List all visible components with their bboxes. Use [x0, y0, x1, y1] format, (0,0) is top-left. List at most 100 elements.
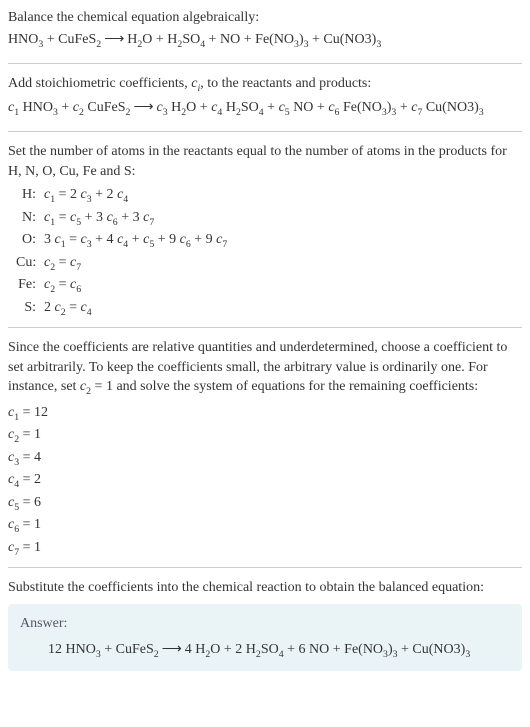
eq-text: +	[396, 100, 411, 115]
v: = 1	[19, 517, 41, 532]
answer-label: Answer:	[20, 614, 510, 634]
eq-text: CuFeS	[84, 100, 126, 115]
atom-label: N:	[16, 208, 44, 230]
s: 7	[149, 217, 154, 228]
text: = 1 and solve the system of equations fo…	[91, 379, 478, 394]
eq-text: SO	[241, 100, 259, 115]
t: 3	[44, 232, 55, 247]
eq-text: O +	[186, 100, 211, 115]
t: + 4	[92, 232, 117, 247]
atom-row-o: O: 3 c1 = c3 + 4 c4 + c5 + 9 c6 + 9 c7	[16, 230, 522, 252]
v: = 2	[19, 472, 41, 487]
eq-sub: 3	[465, 648, 470, 659]
t: + 3	[118, 210, 143, 225]
eq-text: SO	[261, 642, 279, 657]
t: =	[55, 277, 70, 292]
v: = 6	[19, 495, 41, 510]
atom-eq: 3 c1 = c3 + 4 c4 + c5 + 9 c6 + 9 c7	[44, 230, 522, 252]
eq-text: + 6 NO + Fe(NO	[284, 642, 383, 657]
atom-label: H:	[16, 185, 44, 207]
t: + 2	[92, 187, 117, 202]
arrow-icon: ⟶	[101, 30, 127, 50]
eq-text: +	[264, 100, 279, 115]
section-answer: Substitute the coefficients into the che…	[8, 578, 522, 671]
eq-text: SO	[182, 32, 200, 47]
eq-text: + NO + Fe(NO	[205, 32, 294, 47]
text: Add stoichiometric coefficients,	[8, 76, 191, 91]
s: 4	[87, 307, 92, 318]
atom-label: Fe:	[16, 275, 44, 297]
eq-text: O + H	[142, 32, 177, 47]
eq-text: +	[58, 100, 73, 115]
eq-text: HNO	[19, 100, 53, 115]
intro-text: Balance the chemical equation algebraica…	[8, 8, 522, 28]
eq-text: Cu(NO3)	[422, 100, 478, 115]
atom-row-n: N: c1 = c5 + 3 c6 + 3 c7	[16, 208, 522, 230]
t: +	[128, 232, 143, 247]
coef-row: c7 = 1	[8, 538, 522, 560]
t: =	[55, 255, 70, 270]
v: = 4	[19, 450, 41, 465]
eq-sub: 3	[479, 106, 484, 117]
s: 4	[123, 194, 128, 205]
section-stoichiometric: Add stoichiometric coefficients, ci, to …	[8, 74, 522, 119]
atom-row-fe: Fe: c2 = c6	[16, 275, 522, 297]
divider	[8, 63, 522, 64]
atom-label: Cu:	[16, 253, 44, 275]
answer-box: Answer: 12 HNO3 + CuFeS2 ⟶ 4 H2O + 2 H2S…	[8, 604, 522, 671]
eq-text: + Cu(NO3)	[398, 642, 466, 657]
divider	[8, 567, 522, 568]
section-solve: Since the coefficients are relative quan…	[8, 338, 522, 559]
t: = 2	[55, 187, 80, 202]
section-balance-intro: Balance the chemical equation algebraica…	[8, 8, 522, 51]
atom-eq: 2 c2 = c4	[44, 298, 522, 320]
arrow-icon: ⟶	[159, 640, 185, 660]
text: , to the reactants and products:	[200, 76, 371, 91]
coefficient-list: c1 = 12 c2 = 1 c3 = 4 c4 = 2 c5 = 6 c6 =…	[8, 403, 522, 560]
intro-text: Substitute the coefficients into the che…	[8, 578, 522, 598]
t: =	[55, 210, 70, 225]
coef-row: c3 = 4	[8, 448, 522, 470]
balanced-equation: 12 HNO3 + CuFeS2 ⟶ 4 H2O + 2 H2SO4 + 6 N…	[20, 640, 510, 662]
atom-eq: c2 = c7	[44, 253, 522, 275]
eq-text: HNO	[8, 32, 38, 47]
eq-text: Fe(NO	[339, 100, 381, 115]
t: + 3	[81, 210, 106, 225]
atom-row-s: S: 2 c2 = c4	[16, 298, 522, 320]
coef-row: c2 = 1	[8, 425, 522, 447]
coef-row: c1 = 12	[8, 403, 522, 425]
atom-row-h: H: c1 = 2 c3 + 2 c4	[16, 185, 522, 207]
coef-row: c4 = 2	[8, 470, 522, 492]
v: = 1	[19, 540, 41, 555]
eq-text: H	[222, 100, 236, 115]
eq-text: NO +	[290, 100, 329, 115]
atom-label: S:	[16, 298, 44, 320]
s: 7	[222, 239, 227, 250]
eq-text: + CuFeS	[101, 642, 154, 657]
eq-text: + Cu(NO3)	[309, 32, 377, 47]
t: + 9	[154, 232, 179, 247]
eq-sub: 3	[376, 38, 381, 49]
intro-text: Add stoichiometric coefficients, ci, to …	[8, 74, 522, 96]
eq-text: 12 HNO	[48, 642, 96, 657]
atom-eq: c2 = c6	[44, 275, 522, 297]
divider	[8, 327, 522, 328]
arrow-icon: ⟶	[130, 98, 156, 118]
atom-eq: c1 = c5 + 3 c6 + 3 c7	[44, 208, 522, 230]
unbalanced-equation: HNO3 + CuFeS2 ⟶ H2O + H2SO4 + NO + Fe(NO…	[8, 30, 522, 52]
eq-text: H	[168, 100, 182, 115]
coef-equation: c1 HNO3 + c2 CuFeS2 ⟶ c3 H2O + c4 H2SO4 …	[8, 98, 522, 120]
t: =	[66, 232, 81, 247]
divider	[8, 131, 522, 132]
intro-text: Set the number of atoms in the reactants…	[8, 142, 522, 181]
eq-text: O + 2 H	[210, 642, 256, 657]
t: + 9	[191, 232, 216, 247]
t: 2	[44, 300, 55, 315]
t: =	[66, 300, 81, 315]
atom-eq: c1 = 2 c3 + 2 c4	[44, 185, 522, 207]
coef-row: c6 = 1	[8, 515, 522, 537]
atom-label: O:	[16, 230, 44, 252]
eq-text: 4 H	[185, 642, 206, 657]
v: = 1	[19, 427, 41, 442]
v: = 12	[19, 405, 48, 420]
